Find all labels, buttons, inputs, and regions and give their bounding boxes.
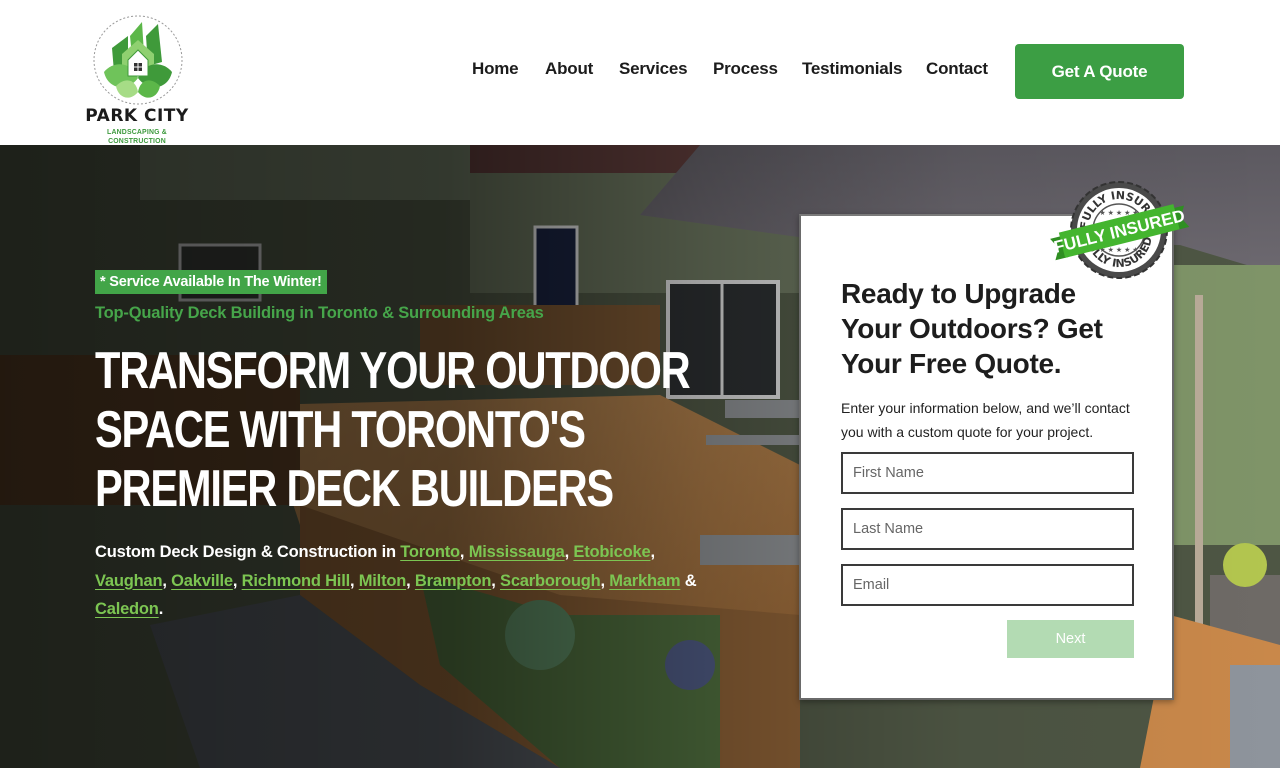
nav-services[interactable]: Services	[619, 59, 688, 79]
city-link-oakville[interactable]: Oakville	[171, 572, 233, 590]
nav-testimonials[interactable]: Testimonials	[802, 59, 902, 79]
cities-end: .	[158, 600, 164, 618]
city-link-caledon[interactable]: Caledon	[95, 600, 159, 618]
city-link-richmond-hill[interactable]: Richmond Hill	[242, 572, 351, 590]
first-name-input[interactable]	[841, 452, 1134, 494]
nav-process[interactable]: Process	[713, 59, 778, 79]
service-areas-text: Custom Deck Design & Construction in Tor…	[95, 543, 697, 618]
city-link-markham[interactable]: Markham	[609, 572, 680, 590]
cities-conjunction: &	[680, 571, 697, 590]
city-link-toronto[interactable]: Toronto	[400, 543, 460, 561]
hero-headline: TRANSFORM YOUR OUTDOOR SPACE WITH TORONT…	[95, 342, 691, 518]
email-input[interactable]	[841, 564, 1134, 606]
quote-form-card: Ready to Upgrade Your Outdoors? Get Your…	[799, 214, 1174, 700]
logo[interactable]: PARK CITY LANDSCAPING & CONSTRUCTION	[82, 12, 194, 145]
city-link-mississauga[interactable]: Mississauga	[469, 543, 565, 561]
site-header: PARK CITY LANDSCAPING & CONSTRUCTION Hom…	[0, 0, 1280, 145]
hero-tagline: Top-Quality Deck Building in Toronto & S…	[95, 304, 544, 322]
fully-insured-badge-icon: FULLY INSURED FULLY INSURED ★ ★ ★ ★ ★ ★ …	[1050, 181, 1190, 279]
city-link-scarborough[interactable]: Scarborough	[500, 572, 601, 590]
logo-title: PARK CITY	[85, 106, 189, 126]
nav-home[interactable]: Home	[472, 59, 519, 79]
get-a-quote-button[interactable]: Get A Quote	[1015, 44, 1184, 99]
logo-subtitle: LANDSCAPING & CONSTRUCTION	[107, 127, 167, 145]
quote-form-description: Enter your information below, and we’ll …	[841, 400, 1130, 440]
winter-service-badge: * Service Available In The Winter!	[95, 270, 327, 294]
nav-about[interactable]: About	[545, 59, 593, 79]
city-link-milton[interactable]: Milton	[359, 572, 407, 590]
city-link-brampton[interactable]: Brampton	[415, 572, 492, 590]
next-button[interactable]: Next	[1007, 620, 1134, 658]
city-link-vaughan[interactable]: Vaughan	[95, 572, 163, 590]
last-name-input[interactable]	[841, 508, 1134, 550]
service-areas-intro: Custom Deck Design & Construction in	[95, 543, 401, 561]
city-link-etobicoke[interactable]: Etobicoke	[573, 543, 650, 561]
nav-contact[interactable]: Contact	[926, 59, 988, 79]
quote-form-title: Ready to Upgrade Your Outdoors? Get Your…	[841, 278, 1103, 379]
logo-leaf-house-icon	[93, 15, 183, 105]
